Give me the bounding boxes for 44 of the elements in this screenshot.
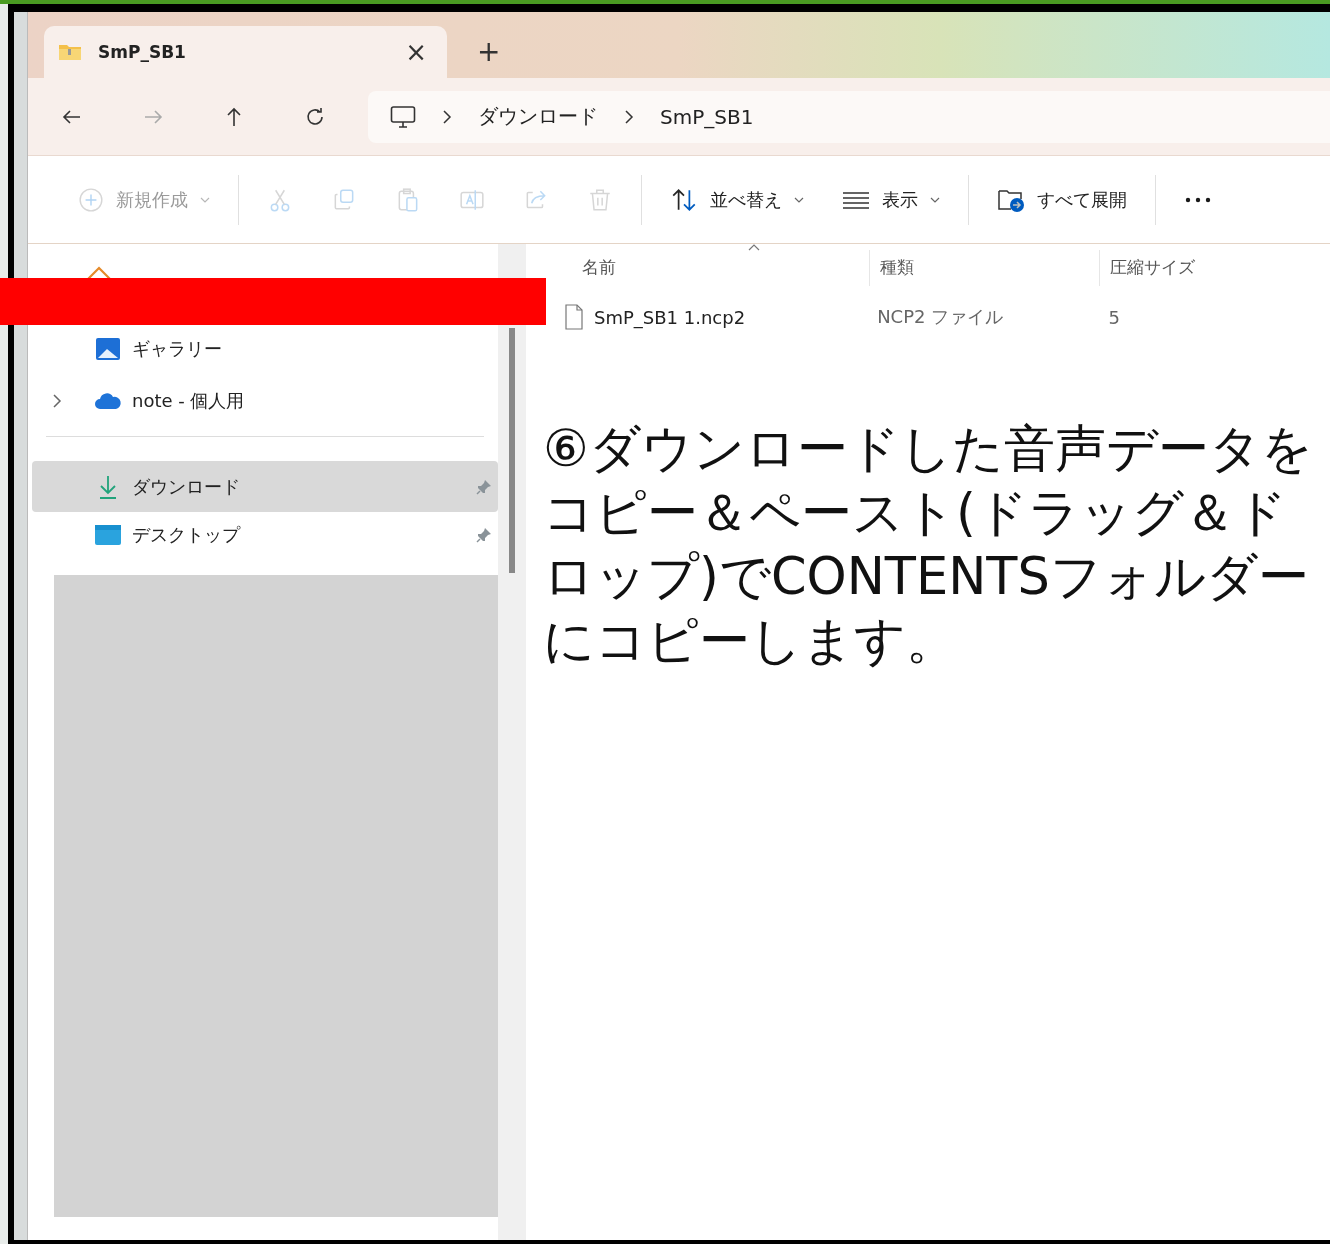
folder-tab[interactable]: SmP_SB1 × (44, 26, 447, 78)
extract-all-button[interactable]: すべて展開 (981, 180, 1143, 219)
column-header[interactable]: 種類 (868, 249, 1100, 286)
lines-icon (842, 189, 870, 210)
view-button[interactable]: 表示 (826, 181, 956, 218)
trash-icon (587, 186, 613, 213)
pin-icon (476, 527, 492, 543)
table-cell: NCP2 ファイル (877, 305, 1004, 329)
chevron-right-icon (624, 109, 634, 124)
file-icon (564, 304, 584, 330)
file-row[interactable]: SmP_SB1 1.ncp2 NCP2 ファイル 5 (550, 291, 1330, 343)
desktop-icon (94, 524, 122, 546)
chevron-right-icon (442, 109, 452, 124)
gallery-icon (94, 336, 122, 362)
sort-button[interactable]: 並べ替え (654, 180, 820, 219)
table-cell: 5 (1108, 306, 1121, 328)
sidebar-item[interactable]: デスクトップ (32, 513, 498, 557)
new-tab-button[interactable]: + (471, 38, 507, 66)
sort-arrows-icon (670, 186, 698, 213)
breadcrumb-item[interactable]: SmP_SB1 (660, 104, 754, 129)
cloud-icon (94, 392, 122, 410)
home-icon (85, 266, 113, 279)
zip-folder-icon (58, 43, 82, 61)
caret-icon (200, 196, 210, 203)
expand-chevron-icon[interactable] (52, 394, 62, 408)
column-header[interactable]: 圧縮サイズ (1099, 249, 1330, 286)
pin-icon (476, 478, 492, 495)
breadcrumb-item[interactable]: ダウンロード (478, 103, 598, 130)
more-icon (1184, 195, 1212, 204)
sidebar-item[interactable]: ダウンロード (32, 461, 498, 512)
scrollbar-thumb[interactable] (509, 328, 515, 573)
close-tab-button[interactable]: × (399, 39, 433, 65)
address-bar[interactable]: ダウンロード SmP_SB1 (368, 90, 1330, 143)
annotation-text: ⑥ダウンロードした音声データをコピー＆ペースト(ドラッグ＆ドロップ)でCONTENTSフォルダーにコピーします。 (543, 418, 1314, 672)
sidebar-item[interactable]: note - 個人用 (32, 379, 498, 423)
monitor-icon (390, 104, 416, 129)
caret-icon (930, 196, 940, 203)
plus-circle-icon (78, 186, 104, 213)
column-header[interactable]: 名前 (550, 249, 869, 286)
caret-icon (794, 196, 804, 203)
table-cell: SmP_SB1 1.ncp2 (594, 306, 746, 328)
tab-title: SmP_SB1 (98, 42, 187, 62)
sidebar-item[interactable]: ギャラリー (32, 327, 498, 371)
sort-caret-icon (748, 244, 760, 251)
